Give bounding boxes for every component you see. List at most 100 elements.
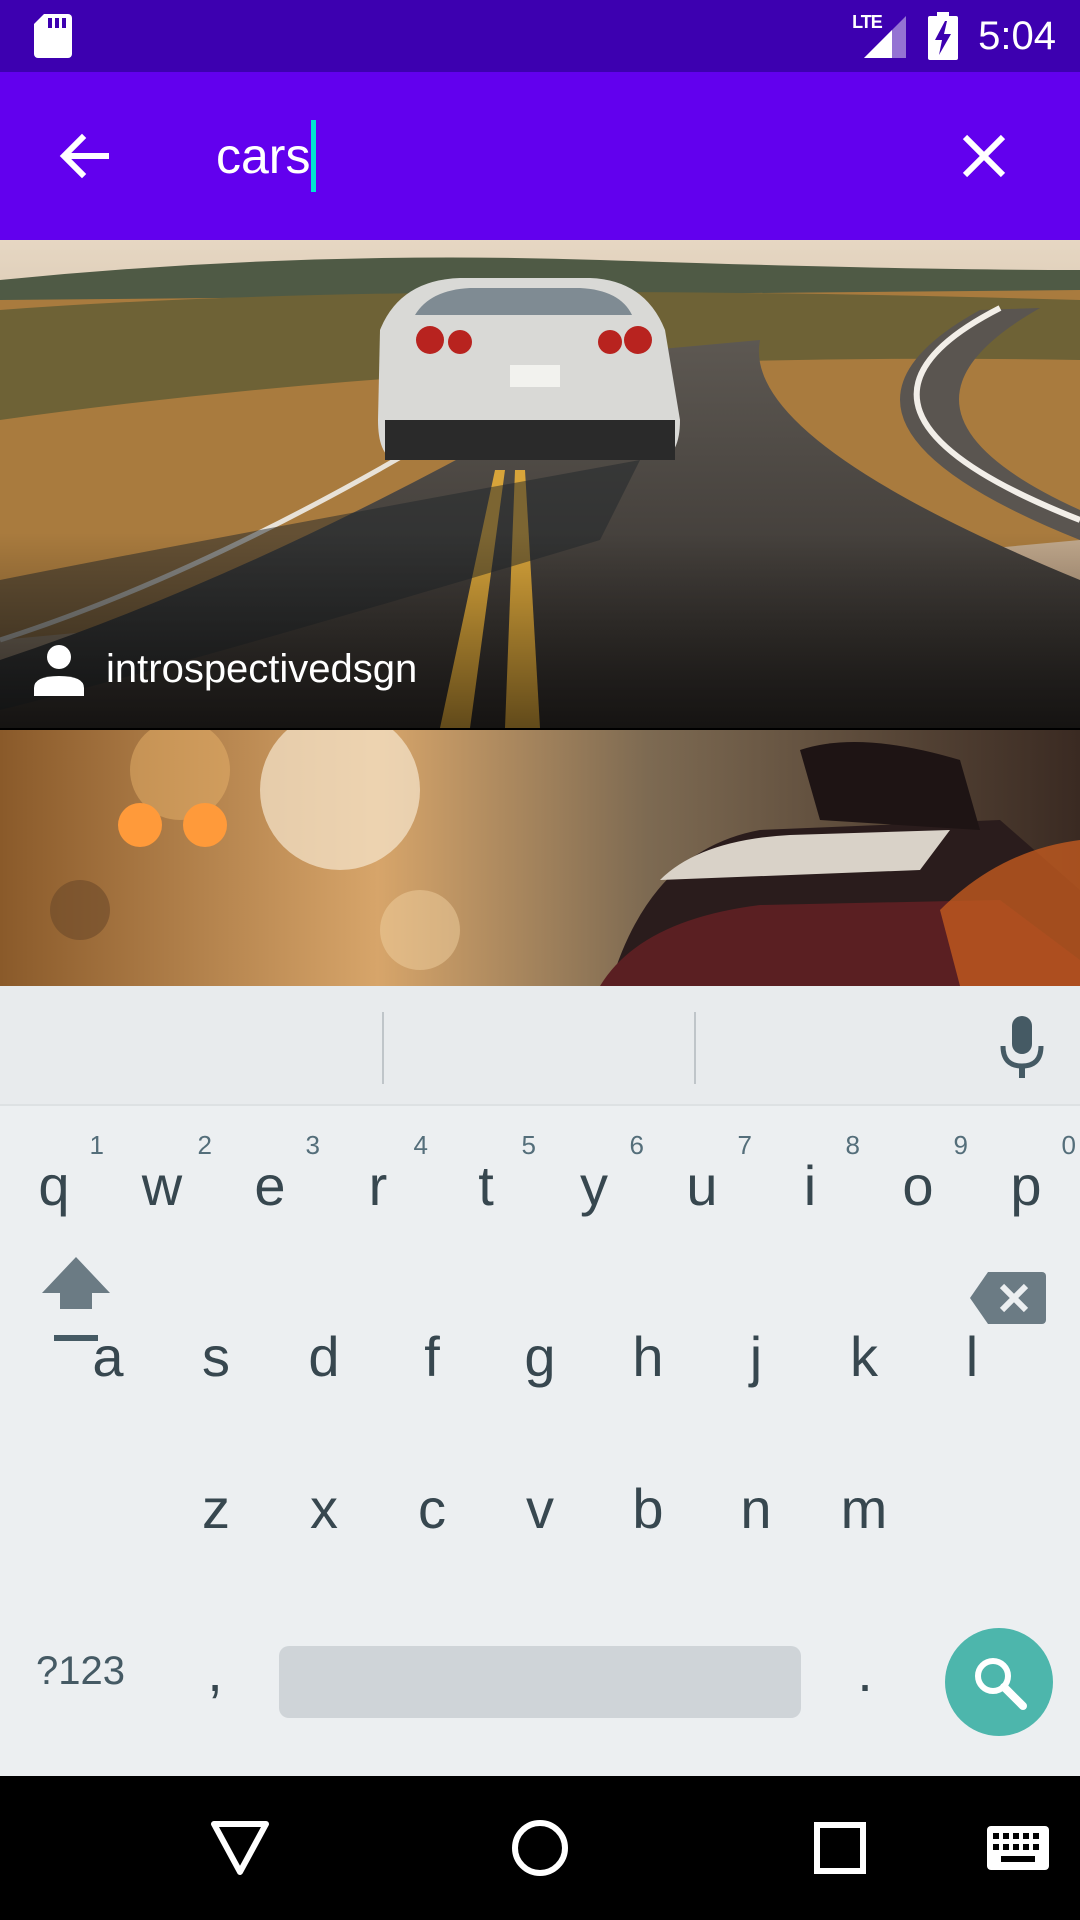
photo-card[interactable]: introspectivedsgn (0, 240, 1080, 728)
photo-card[interactable] (0, 730, 1080, 986)
author-name: introspectivedsgn (106, 646, 418, 691)
back-button[interactable] (48, 120, 120, 192)
key-label: l (965, 1324, 979, 1388)
text-caret (311, 120, 317, 192)
key-label: c (418, 1476, 446, 1540)
soft-keyboard: ?123 , . q1w2e3r4t5y6u7i8o9p0asdfghjklzx… (0, 986, 1080, 1776)
key-label: o (902, 1153, 934, 1217)
key-label: s (202, 1324, 230, 1388)
key-hint: 7 (737, 1130, 752, 1160)
keyboard-switcher-button[interactable] (976, 1806, 1060, 1890)
home-circle-icon (512, 1820, 568, 1876)
back-triangle-icon (211, 1821, 269, 1875)
key-b[interactable]: b (594, 1438, 702, 1578)
key-label: r (368, 1153, 388, 1217)
mic-icon (1000, 1016, 1044, 1078)
key-s[interactable]: s (162, 1286, 270, 1426)
person-icon (34, 645, 84, 696)
key-hint: 1 (89, 1130, 104, 1160)
key-hint: 6 (629, 1130, 644, 1160)
key-label: d (308, 1324, 340, 1388)
key-label: m (840, 1476, 888, 1540)
key-label: a (92, 1324, 124, 1388)
clear-search-button[interactable] (948, 120, 1020, 192)
key-v[interactable]: v (486, 1438, 594, 1578)
key-m[interactable]: m (810, 1438, 918, 1578)
suggestion-strip (0, 986, 1080, 1106)
key-label: x (310, 1476, 338, 1540)
key-label: v (526, 1476, 554, 1540)
voice-input-button[interactable] (982, 1008, 1062, 1088)
suggestion-divider (694, 1012, 696, 1084)
signal-icon: LTE (852, 12, 908, 60)
key-g[interactable]: g (486, 1286, 594, 1426)
key-e[interactable]: e3 (216, 1122, 324, 1248)
sd-card-icon (34, 14, 72, 58)
key-label: u (686, 1153, 718, 1217)
key-hint: 4 (413, 1130, 428, 1160)
key-y[interactable]: y6 (540, 1122, 648, 1248)
photo-author[interactable]: introspectivedsgn (32, 642, 417, 696)
key-d[interactable]: d (270, 1286, 378, 1426)
key-label: h (632, 1324, 664, 1388)
nav-home-button[interactable] (498, 1806, 582, 1890)
search-icon (975, 1658, 1027, 1710)
key-label: w (141, 1153, 183, 1217)
key-c[interactable]: c (378, 1438, 486, 1578)
search-action-key[interactable] (945, 1628, 1053, 1736)
space-key[interactable] (279, 1646, 801, 1718)
key-hint: 2 (197, 1130, 212, 1160)
key-j[interactable]: j (702, 1286, 810, 1426)
key-label: i (803, 1153, 817, 1217)
key-label: j (749, 1324, 763, 1388)
key-z[interactable]: z (162, 1438, 270, 1578)
key-label: k (850, 1324, 878, 1388)
comma-key[interactable]: , (170, 1606, 260, 1736)
key-hint: 5 (521, 1130, 536, 1160)
nav-back-button[interactable] (198, 1806, 282, 1890)
key-hint: 0 (1061, 1130, 1076, 1160)
key-i[interactable]: i8 (756, 1122, 864, 1248)
key-k[interactable]: k (810, 1286, 918, 1426)
period-key[interactable]: . (820, 1606, 910, 1736)
key-label: q (38, 1153, 70, 1217)
search-input[interactable]: cars (216, 116, 317, 196)
key-label: y (580, 1153, 608, 1217)
city-cars-photo (0, 730, 1080, 986)
key-x[interactable]: x (270, 1438, 378, 1578)
key-label: f (424, 1324, 440, 1388)
key-a[interactable]: a (54, 1286, 162, 1426)
key-hint: 3 (305, 1130, 320, 1160)
key-t[interactable]: t5 (432, 1122, 540, 1248)
key-r[interactable]: r4 (324, 1122, 432, 1248)
nav-recents-button[interactable] (798, 1806, 882, 1890)
key-l[interactable]: l (918, 1286, 1026, 1426)
symbols-key[interactable]: ?123 (18, 1606, 143, 1736)
key-hint: 9 (953, 1130, 968, 1160)
suggestion-divider (382, 1012, 384, 1084)
key-q[interactable]: q1 (0, 1122, 108, 1248)
clock: 5:04 (978, 13, 1056, 58)
key-label: e (254, 1153, 286, 1217)
search-app-bar: cars (0, 72, 1080, 240)
key-label: p (1010, 1153, 1042, 1217)
keyboard-icon (987, 1826, 1049, 1870)
key-h[interactable]: h (594, 1286, 702, 1426)
recents-square-icon (814, 1822, 866, 1874)
search-query: cars (216, 128, 311, 184)
key-u[interactable]: u7 (648, 1122, 756, 1248)
key-hint: 8 (845, 1130, 860, 1160)
back-arrow-icon (59, 133, 109, 179)
battery-charging-icon (928, 12, 959, 60)
key-f[interactable]: f (378, 1286, 486, 1426)
key-p[interactable]: p0 (972, 1122, 1080, 1248)
key-label: z (202, 1476, 230, 1540)
key-label: n (740, 1476, 772, 1540)
key-o[interactable]: o9 (864, 1122, 972, 1248)
key-label: g (524, 1324, 556, 1388)
key-n[interactable]: n (702, 1438, 810, 1578)
status-icons: LTE 5:04 (852, 0, 1056, 72)
key-label: b (632, 1476, 664, 1540)
search-results-list[interactable]: introspectivedsgn (0, 240, 1080, 986)
key-w[interactable]: w2 (108, 1122, 216, 1248)
